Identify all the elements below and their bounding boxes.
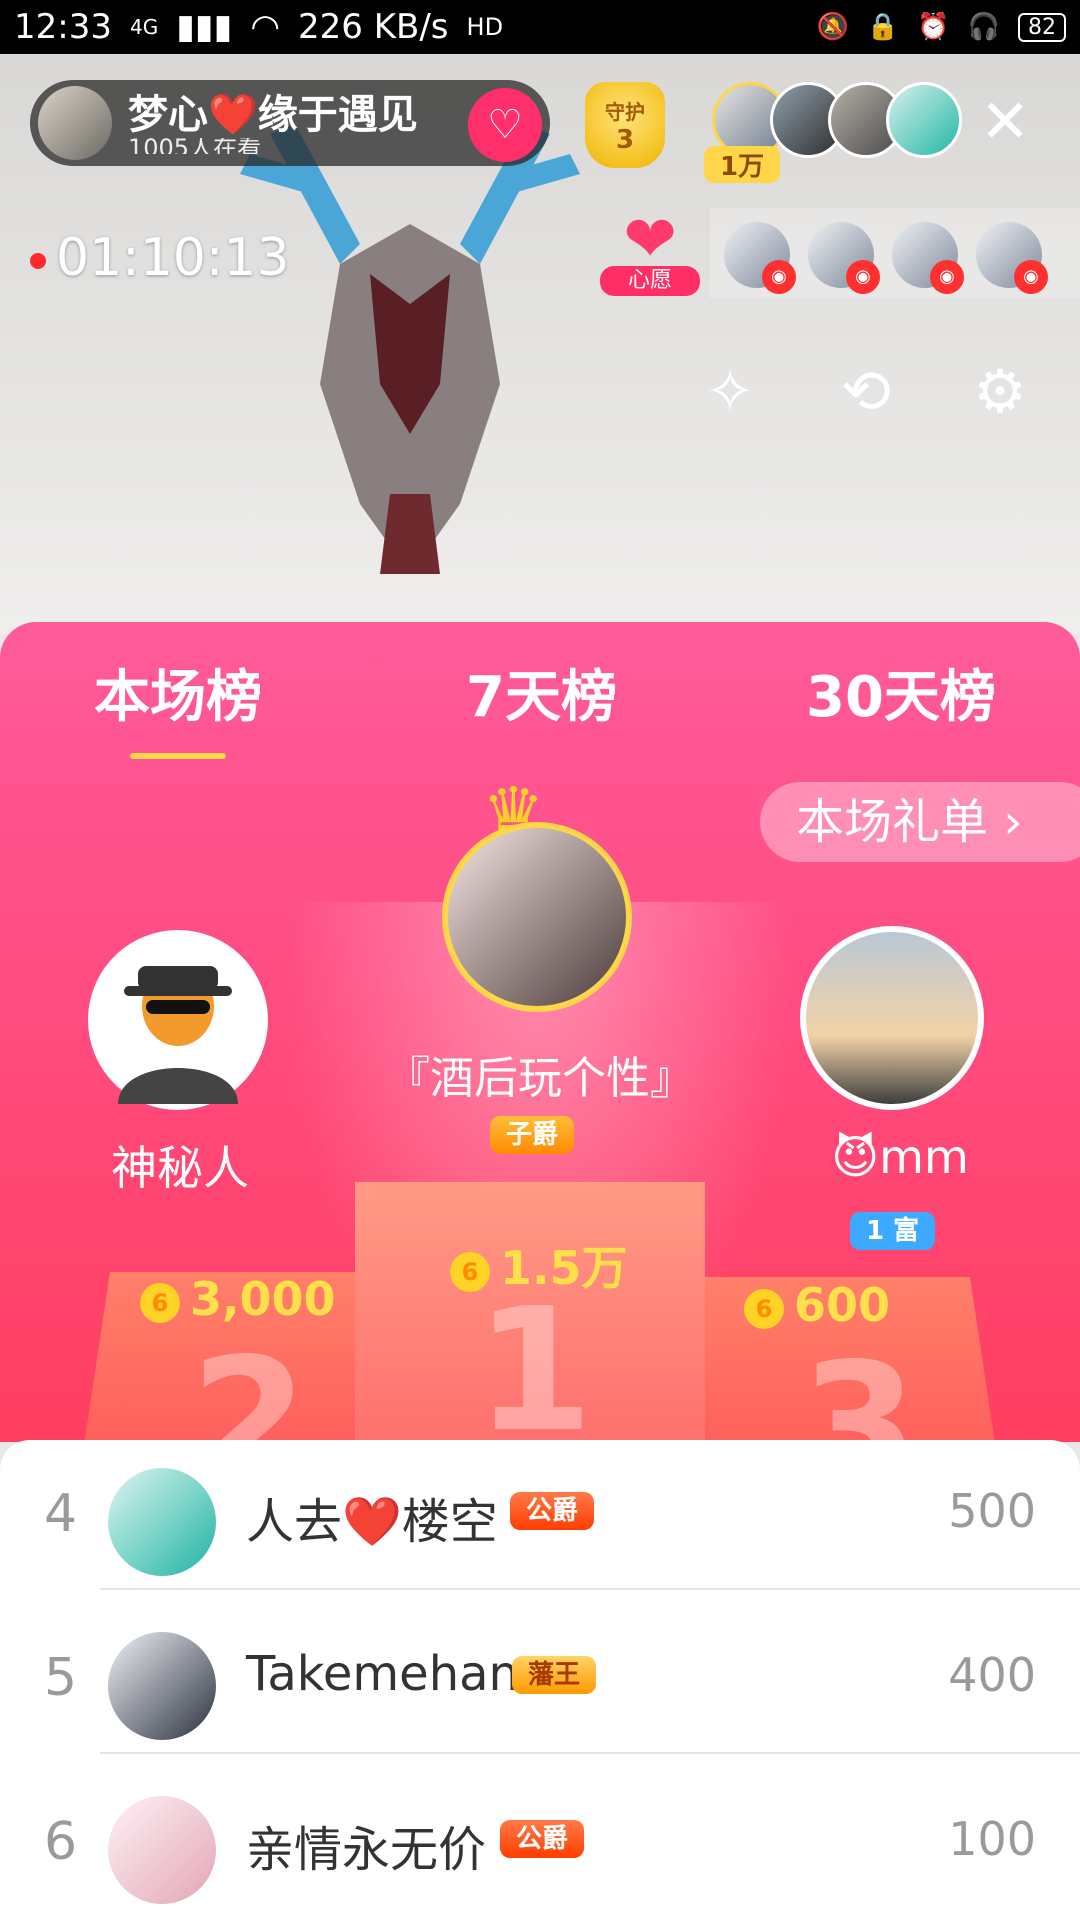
guard-badge[interactable]: 守护 3 — [585, 82, 665, 168]
list-item[interactable]: 5 Takemehan 藩王 400 — [0, 1604, 1080, 1754]
follow-button[interactable]: ♡ — [468, 88, 542, 162]
first-place-avatar[interactable] — [442, 822, 632, 1012]
first-place-name: 『酒后玩个性』 — [386, 1053, 694, 1104]
rank-badge: 公爵 — [510, 1492, 595, 1530]
podium-number: 3 — [800, 1327, 919, 1442]
viewer-count-badge: 1万 — [704, 146, 781, 183]
second-place-coins: 6 3,000 — [140, 1272, 336, 1326]
contribution-value: 500 — [948, 1484, 1036, 1538]
host-viewer-count: 1005人在看 — [128, 138, 262, 154]
wish-label: 心愿 — [600, 266, 700, 296]
user-name: Takemehan — [246, 1646, 519, 1702]
wish-item[interactable]: ◉ — [976, 222, 1048, 294]
mute-icon: 🔕 — [816, 12, 849, 42]
signal-icon: ▮▮▮ — [176, 7, 233, 47]
user-avatar[interactable] — [108, 1468, 216, 1576]
first-place-coins: 6 1.5万 — [450, 1232, 628, 1298]
third-place-avatar[interactable] — [800, 926, 984, 1110]
magic-wand-icon[interactable]: ✧ — [690, 352, 770, 432]
podium-number: 2 — [190, 1322, 309, 1442]
live-dot — [30, 253, 46, 269]
third-place-coins: 6 600 — [744, 1278, 890, 1332]
sofa-icon: ◉ — [762, 260, 796, 294]
coin-icon: 6 — [744, 1288, 784, 1329]
gift-list-button[interactable]: 本场礼单 › — [760, 782, 1080, 862]
list-item[interactable]: 4 人去❤️楼空 公爵 500 — [0, 1440, 1080, 1590]
sofa-icon: ◉ — [1014, 260, 1048, 294]
network-speed: 226 KB/s — [298, 7, 449, 47]
user-name: 人去❤️楼空 — [246, 1494, 498, 1550]
podium-first: 1 — [355, 1182, 705, 1442]
battery-indicator: 82 — [1018, 12, 1066, 42]
lock-icon: 🔒 — [866, 12, 900, 42]
mystery-person-icon — [118, 966, 238, 1104]
rank-number: 6 — [44, 1812, 78, 1872]
wish-item[interactable]: ◉ — [892, 222, 964, 294]
coin-icon: 6 — [140, 1282, 180, 1323]
divider — [100, 1588, 1080, 1590]
coin-value: 1.5万 — [500, 1241, 628, 1295]
tab-30-days[interactable]: 30天榜 — [806, 652, 996, 733]
camera-switch-icon[interactable]: ⟲ — [826, 352, 906, 432]
contribution-value: 400 — [948, 1648, 1036, 1702]
user-name: 亲情永无价 — [246, 1822, 487, 1878]
timer-value: 01:10:13 — [56, 228, 290, 288]
ranking-list: 4 人去❤️楼空 公爵 500 5 Takemehan 藩王 400 6 亲情永… — [0, 1440, 1080, 1920]
rank-badge: 藩王 — [512, 1656, 597, 1694]
wish-strip[interactable]: ◉ ◉ ◉ ◉ — [710, 208, 1080, 298]
gear-icon[interactable]: ⚙ — [960, 352, 1040, 432]
coin-value: 3,000 — [190, 1272, 336, 1326]
heart-plus-icon: ♡ — [487, 102, 523, 148]
coin-icon: 6 — [450, 1251, 490, 1292]
headphone-icon: 🎧 — [967, 12, 1000, 42]
coin-value: 600 — [794, 1278, 891, 1332]
ranking-panel: 本场榜 7天榜 30天榜 本场礼单 › 2 3 1 ♛ 『酒后玩个性』 子爵 6… — [0, 622, 1080, 1442]
sofa-icon: ◉ — [930, 260, 964, 294]
wealth-badge: 1 富 — [850, 1212, 936, 1250]
rank-badge: 子爵 — [490, 1116, 575, 1154]
host-info[interactable]: 梦心❤️缘于遇见 1005人在看 ♡ — [30, 80, 550, 166]
second-place-avatar[interactable] — [88, 930, 268, 1110]
host-avatar[interactable] — [38, 86, 112, 160]
rank-badge: 公爵 — [500, 1820, 585, 1858]
guard-label: 守护 — [605, 100, 645, 124]
user-avatar[interactable] — [108, 1632, 216, 1740]
hd-indicator: HD — [466, 13, 504, 41]
third-place-name: 😈mm — [831, 1130, 969, 1184]
wish-item[interactable]: ◉ — [808, 222, 880, 294]
status-time: 12:33 — [14, 7, 112, 47]
wish-item[interactable]: ◉ — [724, 222, 796, 294]
tab-7-days[interactable]: 7天榜 — [466, 652, 617, 733]
top-viewers[interactable]: 1万 — [704, 82, 962, 183]
user-avatar[interactable] — [108, 1796, 216, 1904]
second-place-name: 神秘人 — [111, 1141, 249, 1195]
alarm-icon: ⏰ — [917, 12, 950, 42]
live-timer: 01:10:13 — [30, 228, 290, 288]
guard-count: 3 — [615, 125, 635, 155]
contribution-value: 100 — [948, 1812, 1036, 1866]
host-name: 梦心❤️缘于遇见 — [128, 92, 418, 138]
close-icon[interactable]: ✕ — [980, 92, 1030, 152]
tab-current-show[interactable]: 本场榜 — [94, 652, 262, 759]
viewer-avatar[interactable] — [886, 82, 962, 158]
rank-number: 4 — [44, 1484, 78, 1544]
sofa-icon: ◉ — [846, 260, 880, 294]
rank-number: 5 — [44, 1648, 78, 1708]
status-bar: 12:33 4G ▮▮▮ ◠ 226 KB/s HD 🔕 🔒 ⏰ 🎧 82 — [0, 0, 1080, 54]
list-item[interactable]: 6 亲情永无价 公爵 100 — [0, 1768, 1080, 1918]
wifi-icon: ◠ — [250, 7, 281, 47]
divider — [100, 1752, 1080, 1754]
network-type: 4G — [129, 15, 159, 39]
wish-button[interactable]: ❤ 心愿 — [600, 204, 700, 300]
